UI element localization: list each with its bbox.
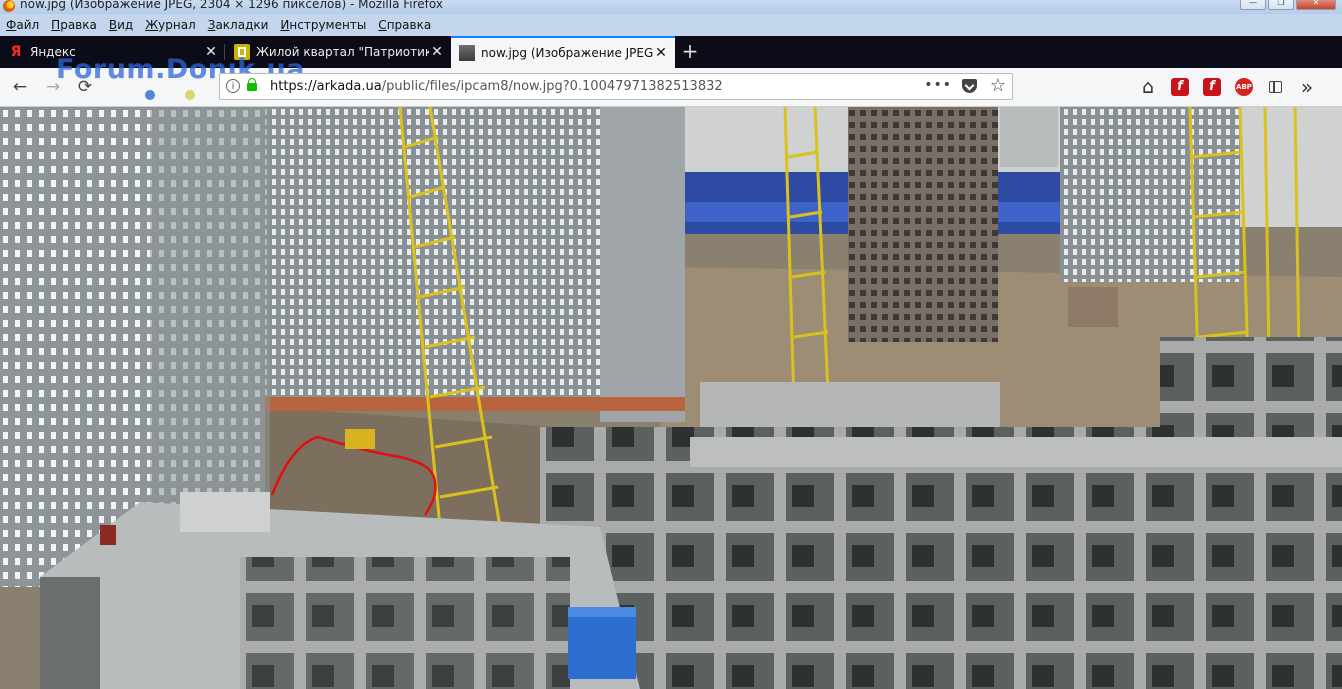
page-actions-icon[interactable]: ••• (924, 77, 952, 93)
site-info-icon[interactable]: i (226, 79, 240, 93)
menu-history[interactable]: Журнал (139, 18, 202, 32)
construction-site-photo (0, 107, 1342, 689)
watermark-dot-blue (145, 90, 155, 100)
menu-file[interactable]: Файл (0, 18, 45, 32)
pocket-icon[interactable] (962, 79, 977, 93)
watermark-dot-yellow (185, 90, 195, 100)
home-icon[interactable]: ⌂ (1139, 78, 1157, 97)
window-titlebar: now.jpg (Изображение JPEG, 2304 × 1296 п… (0, 0, 1342, 14)
firefox-icon (3, 0, 15, 12)
image-favicon-icon (459, 45, 475, 61)
overflow-menu-icon[interactable]: » (1298, 77, 1316, 97)
menu-bar: Файл Правка Вид Журнал Закладки Инструме… (0, 14, 1342, 36)
menu-bookmarks[interactable]: Закладки (202, 18, 275, 32)
menu-tools[interactable]: Инструменты (274, 18, 372, 32)
bookmark-star-icon[interactable]: ☆ (990, 75, 1006, 96)
sidebar-icon[interactable] (1269, 81, 1282, 93)
yandex-favicon-icon: Я (10, 44, 22, 60)
address-bar[interactable]: i https://arkada.ua/public/files/ipcam8/… (219, 73, 1013, 100)
menu-help[interactable]: Справка (372, 18, 437, 32)
minimize-button[interactable]: — (1240, 0, 1266, 10)
tab-image-active[interactable]: now.jpg (Изображение JPEG, 2 ✕ (451, 36, 675, 68)
menu-edit[interactable]: Правка (45, 18, 103, 32)
close-window-button[interactable]: ✕ (1296, 0, 1336, 10)
tab-close-icon[interactable]: ✕ (429, 44, 445, 60)
flash-icon[interactable]: f (1171, 78, 1189, 96)
tab-label: now.jpg (Изображение JPEG, 2 (481, 46, 653, 60)
secure-lock-icon[interactable] (247, 78, 257, 91)
menu-view[interactable]: Вид (103, 18, 139, 32)
url-text[interactable]: https://arkada.ua/public/files/ipcam8/no… (270, 79, 723, 94)
navigation-toolbar: ← → ⟳ Forum.Donık.ua i https://arkada.ua… (0, 54, 1342, 107)
window-controls: — ❐ ✕ (1240, 0, 1336, 10)
flash-icon[interactable]: f (1203, 78, 1221, 96)
image-viewport (0, 107, 1342, 689)
new-tab-button[interactable]: + (678, 40, 702, 64)
back-button[interactable]: ← (10, 77, 30, 97)
maximize-button[interactable]: ❐ (1268, 0, 1294, 10)
window-title: now.jpg (Изображение JPEG, 2304 × 1296 п… (20, 0, 443, 11)
tab-close-icon[interactable]: ✕ (653, 45, 669, 61)
adblock-plus-icon[interactable]: ABP (1235, 78, 1253, 96)
